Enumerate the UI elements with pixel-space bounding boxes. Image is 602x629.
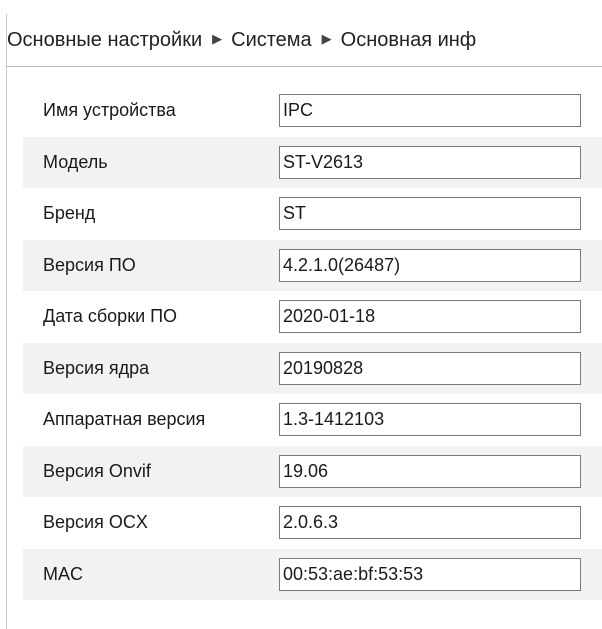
firmware-build-date-field[interactable]: [279, 300, 581, 334]
row-ocx-version: Версия OCX: [23, 497, 602, 549]
hardware-version-label: Аппаратная версия: [43, 409, 206, 430]
breadcrumb-separator-icon: ▶: [212, 31, 223, 46]
kernel-version-field[interactable]: [279, 351, 581, 385]
device-name-field[interactable]: [279, 94, 581, 128]
hardware-version-field[interactable]: [279, 403, 581, 437]
breadcrumb-separator-icon: ▶: [321, 31, 332, 46]
device-name-label: Имя устройства: [43, 100, 176, 121]
model-label: Модель: [43, 151, 108, 172]
onvif-version-field[interactable]: [279, 454, 581, 488]
firmware-build-date-label: Дата сборки ПО: [43, 306, 178, 327]
mac-field[interactable]: [279, 557, 581, 591]
brand-label: Бренд: [43, 203, 96, 224]
row-brand: Бренд: [23, 188, 602, 240]
panel-left-border: [6, 14, 7, 629]
ocx-version-field[interactable]: [279, 506, 581, 540]
breadcrumb-item-basic-settings[interactable]: Основные настройки: [7, 29, 202, 52]
row-device-name: Имя устройства: [23, 85, 602, 137]
model-field[interactable]: [279, 145, 581, 179]
device-info-form: Имя устройства Модель Бренд Версия ПО Да…: [23, 85, 602, 600]
brand-field[interactable]: [279, 197, 581, 231]
breadcrumb-item-basic-info: Основная инф: [340, 28, 477, 51]
breadcrumb: Основные настройки ▶ Система ▶ Основная …: [7, 14, 602, 67]
ocx-version-label: Версия OCX: [43, 512, 148, 533]
breadcrumb-item-system[interactable]: Система: [231, 29, 312, 52]
onvif-version-label: Версия Onvif: [43, 460, 151, 481]
kernel-version-label: Версия ядра: [43, 357, 150, 378]
row-onvif-version: Версия Onvif: [23, 445, 602, 497]
row-firmware-build-date: Дата сборки ПО: [23, 291, 602, 343]
firmware-version-field[interactable]: [279, 248, 581, 282]
row-hardware-version: Аппаратная версия: [23, 394, 602, 446]
mac-label: MAC: [43, 563, 83, 584]
row-mac: MAC: [23, 548, 602, 600]
row-firmware-version: Версия ПО: [23, 239, 602, 291]
row-model: Модель: [23, 136, 602, 188]
firmware-version-label: Версия ПО: [43, 254, 136, 275]
row-kernel-version: Версия ядра: [23, 342, 602, 394]
